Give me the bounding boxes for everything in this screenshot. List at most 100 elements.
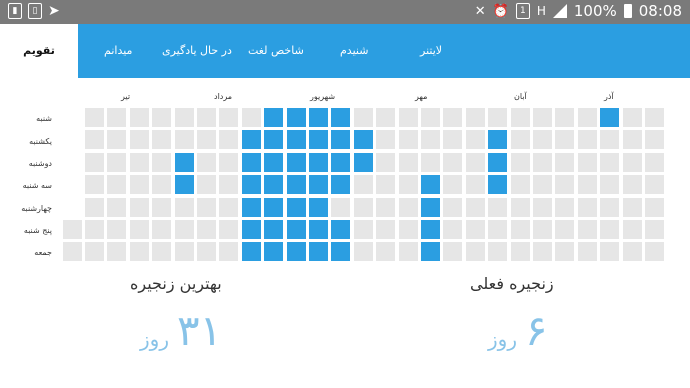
- day-cell: [645, 130, 664, 149]
- day-cell: [555, 198, 574, 217]
- day-cell: [466, 242, 485, 261]
- day-cell: [130, 242, 149, 261]
- day-cell: [152, 175, 171, 194]
- day-cell: [197, 130, 216, 149]
- day-cell: [421, 198, 440, 217]
- day-cell: [219, 153, 238, 172]
- day-cell: [623, 242, 642, 261]
- day-cell: [219, 108, 238, 127]
- day-cell: [600, 130, 619, 149]
- day-cell: [488, 130, 507, 149]
- day-cell: [242, 153, 261, 172]
- day-cell: [264, 198, 283, 217]
- day-cell: [264, 108, 283, 127]
- day-cell: [287, 220, 306, 239]
- status-left-icons: ▮ ▯ ➤: [8, 3, 60, 19]
- battery-icon: [623, 4, 632, 18]
- day-cell: [354, 220, 373, 239]
- day-cell: [488, 220, 507, 239]
- day-cell: [264, 153, 283, 172]
- day-cell: [488, 198, 507, 217]
- day-cell: [578, 198, 597, 217]
- day-cell: [242, 130, 261, 149]
- day-cell: [443, 108, 462, 127]
- day-cell: [130, 198, 149, 217]
- day-cell: [264, 130, 283, 149]
- day-cell: [331, 175, 350, 194]
- day-cell: [85, 242, 104, 261]
- current-streak-title: زنجیره فعلی: [470, 274, 554, 293]
- day-cell: [466, 130, 485, 149]
- day-cell: [219, 242, 238, 261]
- sim-icon: 1: [515, 3, 530, 19]
- day-cell: [175, 175, 194, 194]
- day-cell: [488, 242, 507, 261]
- day-cell: [242, 108, 261, 127]
- day-cell: [152, 198, 171, 217]
- day-cell: [488, 153, 507, 172]
- day-cell: [85, 220, 104, 239]
- day-cell: [578, 220, 597, 239]
- day-cell: [197, 153, 216, 172]
- day-cell: [309, 175, 328, 194]
- tab-known[interactable]: میدانم: [104, 24, 132, 78]
- day-cell: [533, 198, 552, 217]
- day-cell: [287, 153, 306, 172]
- day-cell: [63, 220, 82, 239]
- day-cell: [331, 220, 350, 239]
- day-cell: [242, 198, 261, 217]
- day-cell: [175, 242, 194, 261]
- tab-heard[interactable]: شنیدم: [340, 24, 368, 78]
- day-cell: [309, 130, 328, 149]
- tab-learning[interactable]: در حال یادگیری: [162, 24, 232, 78]
- day-cell: [63, 242, 82, 261]
- day-cell: [578, 108, 597, 127]
- day-label: شنبه: [36, 114, 52, 123]
- day-cell: [331, 130, 350, 149]
- day-cell: [645, 175, 664, 194]
- day-cell: [107, 220, 126, 239]
- day-cell: [399, 175, 418, 194]
- day-cell: [466, 175, 485, 194]
- day-cell: [197, 198, 216, 217]
- day-cell: [287, 130, 306, 149]
- tab-bar: تقویم میدانم در حال یادگیری شاخص لغت شنی…: [0, 24, 690, 78]
- day-cell: [645, 153, 664, 172]
- tab-leitner[interactable]: لایتنر: [420, 24, 442, 78]
- month-label: مهر: [415, 92, 428, 101]
- day-cell: [533, 242, 552, 261]
- day-cell: [85, 153, 104, 172]
- month-label: مرداد: [214, 92, 233, 101]
- tab-word-index[interactable]: شاخص لغت: [248, 24, 304, 78]
- day-cell: [287, 108, 306, 127]
- day-cell: [600, 242, 619, 261]
- day-cell: [376, 130, 395, 149]
- day-cell: [623, 108, 642, 127]
- day-label: پنج شنبه: [23, 226, 52, 235]
- day-cell: [578, 130, 597, 149]
- day-cell: [555, 153, 574, 172]
- day-cell: [421, 242, 440, 261]
- day-cell: [645, 108, 664, 127]
- day-cell: [107, 198, 126, 217]
- day-cell: [399, 220, 418, 239]
- current-streak-unit: روز: [488, 327, 517, 351]
- day-cell: [107, 175, 126, 194]
- day-cell: [354, 153, 373, 172]
- tab-calendar[interactable]: تقویم: [0, 24, 78, 78]
- day-cell: [264, 175, 283, 194]
- day-cell: [331, 153, 350, 172]
- day-cell: [623, 198, 642, 217]
- status-bar: ▮ ▯ ➤ ✕ ⏰ 1 H 100% 08:08: [0, 0, 690, 24]
- day-cell: [152, 130, 171, 149]
- day-cell: [578, 175, 597, 194]
- day-cell: [443, 220, 462, 239]
- day-cell: [600, 175, 619, 194]
- day-cell: [399, 242, 418, 261]
- day-cell: [399, 108, 418, 127]
- day-cell: [578, 242, 597, 261]
- streak-calendar: آذر آبان مهر شهریور مرداد تیر شنبه یکشنب…: [0, 80, 690, 270]
- day-label: یکشنبه: [29, 137, 52, 146]
- day-cell: [354, 198, 373, 217]
- day-cell: [376, 220, 395, 239]
